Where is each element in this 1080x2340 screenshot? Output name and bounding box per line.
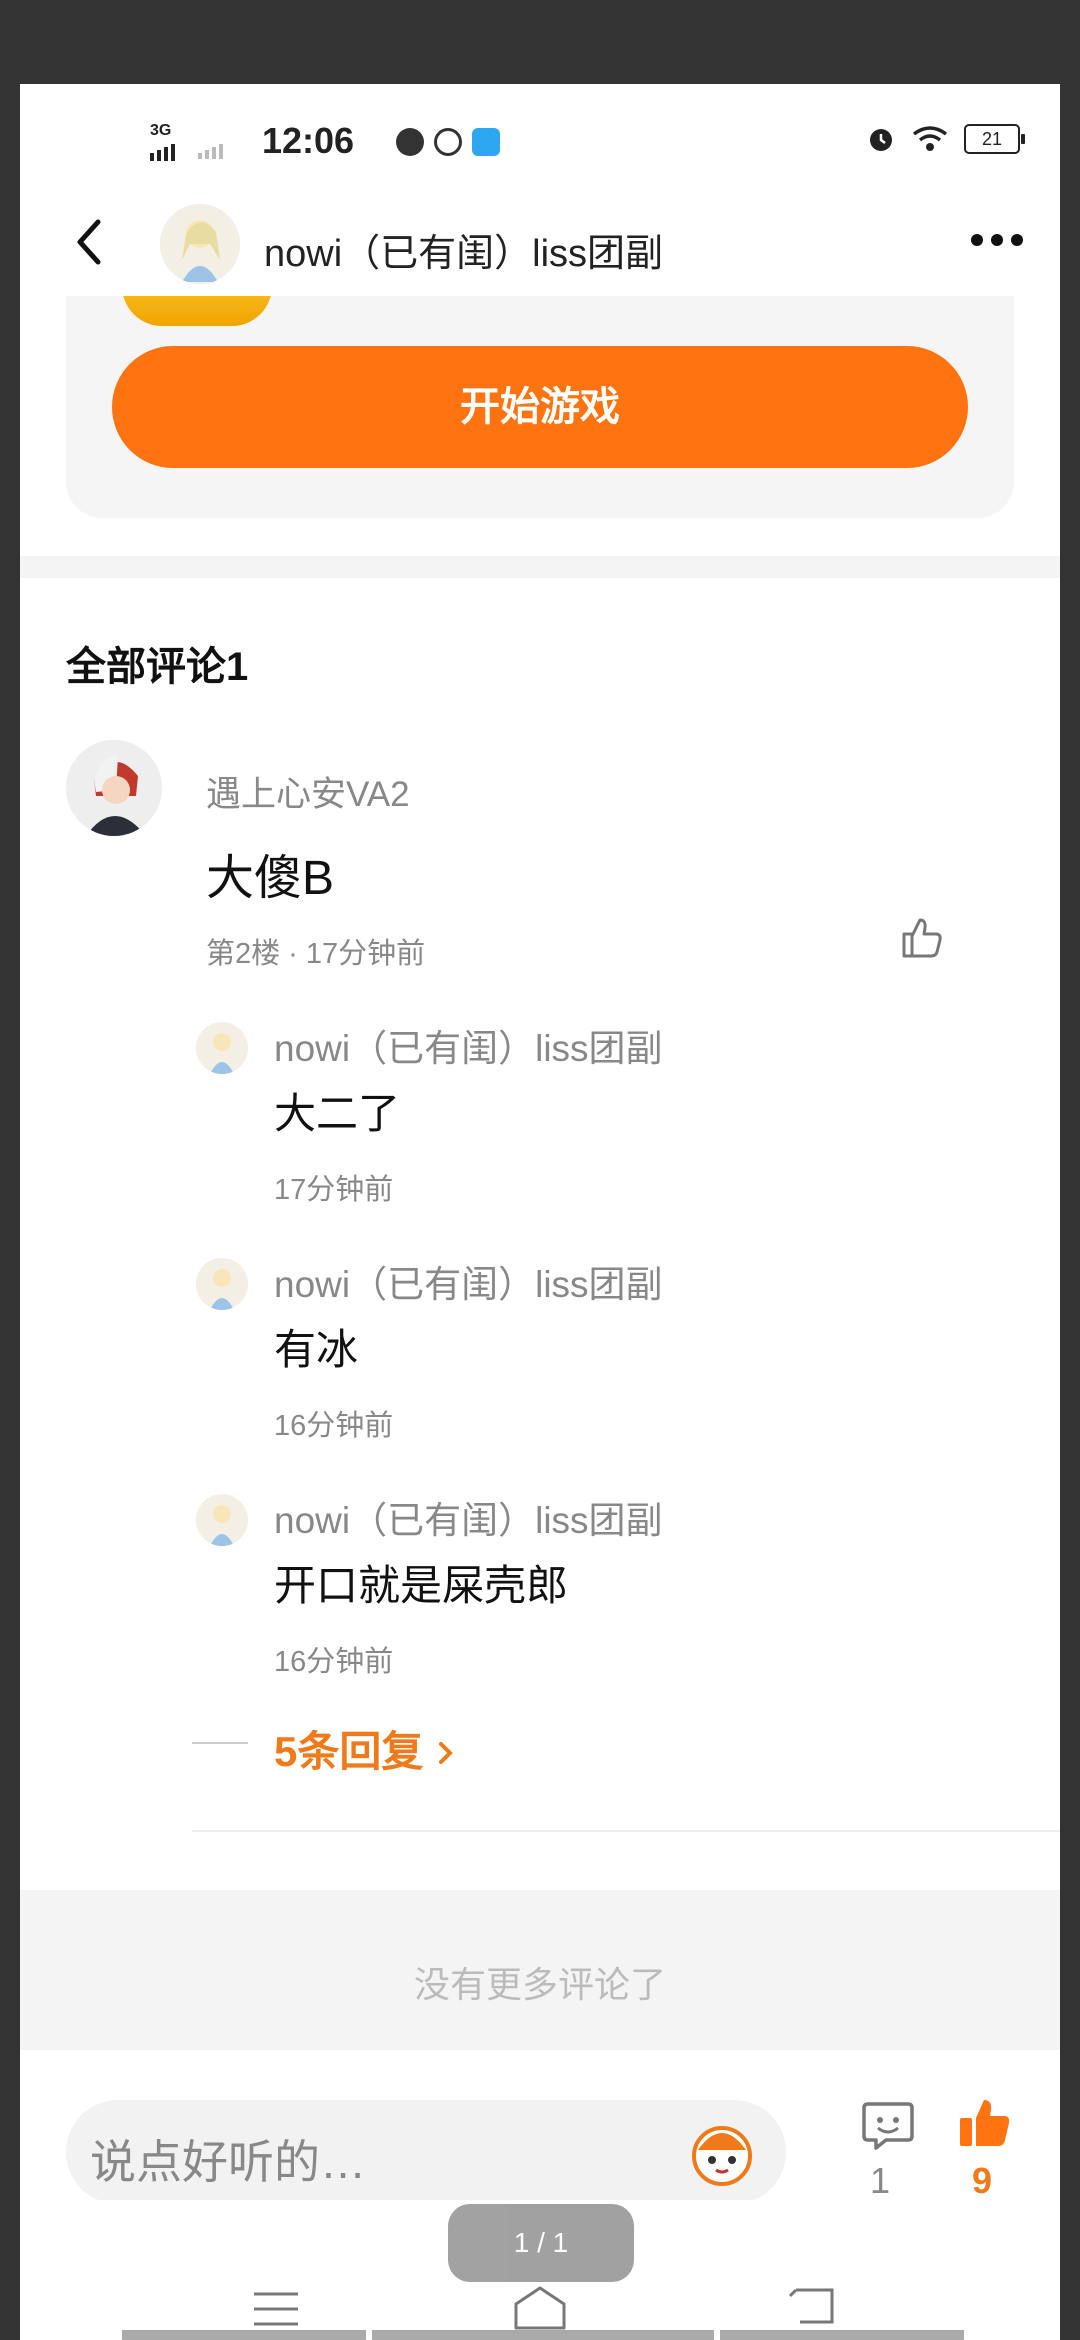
comment-icon[interactable] (860, 2098, 916, 2154)
app-2-icon (472, 128, 500, 156)
reply-text: 有冰 (274, 1326, 359, 1373)
comment-count: 1 (870, 2160, 891, 2201)
home-icon[interactable] (510, 2282, 570, 2332)
phone-screen: 3G 12:06 21 nowi（已有闺）liss团副 开始游戏 全部评论1 遇… (20, 84, 1060, 2340)
signal-icon (150, 144, 175, 161)
commenter-name[interactable]: 遇上心安VA2 (206, 766, 410, 817)
game-card: 开始游戏 (66, 296, 1014, 518)
reply-user[interactable]: nowi（已有闺）liss团副 (274, 1018, 663, 1072)
start-game-button[interactable]: 开始游戏 (112, 346, 968, 468)
thumbnail-strip (372, 2330, 714, 2340)
alarm-icon (870, 129, 892, 151)
view-more-replies-link[interactable]: 5条回复 (274, 1718, 457, 1779)
menu-icon[interactable] (252, 2290, 300, 2328)
status-right: 21 (866, 124, 1025, 154)
reply-text: 大二了 (274, 1090, 401, 1137)
page-title: nowi（已有闺）liss团副 (264, 233, 664, 275)
section-divider (20, 556, 1060, 578)
comment-input-placeholder: 说点好听的… (90, 2136, 366, 2188)
separator (192, 1830, 1060, 1832)
thumbs-up-icon[interactable] (898, 914, 946, 962)
wifi-icon (912, 126, 948, 151)
reply-user[interactable]: nowi（已有闺）liss团副 (274, 1490, 663, 1544)
back-nav-icon[interactable] (786, 2284, 840, 2328)
wechat-icon (396, 128, 424, 156)
comment-meta: 第2楼 · 17分钟前 (206, 938, 426, 970)
game-thumbnail (122, 296, 272, 326)
more-icon[interactable] (962, 220, 1032, 260)
reply-user[interactable]: nowi（已有闺）liss团副 (274, 1254, 663, 1308)
thumbnail-strip (720, 2330, 964, 2340)
network-type: 3G (150, 122, 172, 139)
battery-icon: 21 (964, 124, 1025, 154)
emoji-mascot-icon[interactable] (686, 2116, 758, 2188)
commenter-avatar[interactable] (66, 740, 162, 836)
author-avatar[interactable] (160, 204, 240, 284)
chevron-right-icon (439, 1742, 453, 1764)
comments-heading: 全部评论1 (66, 645, 249, 689)
reply-avatar[interactable] (196, 1494, 248, 1546)
thumbnail-strip (122, 2330, 366, 2340)
like-filled-icon[interactable] (956, 2094, 1014, 2152)
replies-divider-line (192, 1742, 248, 1744)
reply-time: 16分钟前 (274, 1646, 394, 1678)
app-icon (434, 128, 462, 156)
reply-text: 开口就是屎壳郎 (274, 1562, 569, 1609)
no-more-comments-text: 没有更多评论了 (413, 1964, 666, 2005)
reply-avatar[interactable] (196, 1258, 248, 1310)
page-indicator: 1 / 1 (448, 2204, 634, 2282)
signal-2-icon (198, 144, 223, 159)
reply-time: 16分钟前 (274, 1410, 394, 1442)
more-replies-label: 5条回复 (274, 1728, 424, 1775)
comment-text: 大傻B (206, 852, 335, 905)
comment-action-bar: 说点好听的… 1 9 (20, 2050, 1060, 2204)
reply-time: 17分钟前 (274, 1174, 394, 1206)
reply-avatar[interactable] (196, 1022, 248, 1074)
top-header: nowi（已有闺）liss团副 (20, 184, 1060, 304)
like-count: 9 (972, 2160, 993, 2201)
status-time: 12:06 (262, 120, 355, 161)
comment-input[interactable]: 说点好听的… (66, 2100, 786, 2204)
back-arrow-icon[interactable] (64, 212, 114, 272)
status-bar: 3G 12:06 21 (20, 84, 1060, 184)
